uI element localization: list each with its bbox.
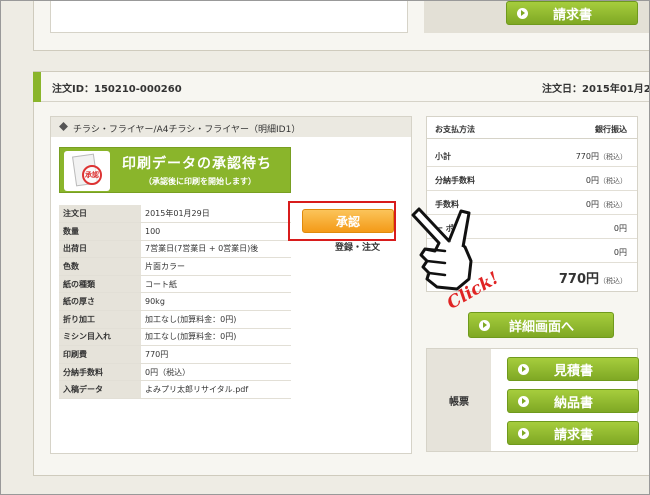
summary-tax: （税込） [599, 201, 627, 209]
summary-tax: （税込） [599, 153, 627, 161]
delivery-note-label: 納品書 [553, 395, 593, 411]
order-details-table: 注文日 2015年01月29日 数量 100 出荷日 7営業日(7営業日 + 0営業日)後… [59, 205, 291, 400]
detail-value: よみプリ太郎リサイタル.pdf [141, 380, 291, 400]
summary-value: 0円（税込） [586, 199, 627, 210]
total-tax: （税込） [599, 277, 627, 285]
approval-pending-banner: 承認 印刷データの承認待ち （承認後に印刷を開始します） [59, 147, 291, 193]
detail-key: 折り加工 [59, 310, 141, 329]
detail-key: 印刷費 [59, 345, 141, 364]
page-frame: 請求書 注文ID：150210-000260 注文日：2015年01月29日 チ… [0, 0, 650, 495]
summary-amount: 0円 [613, 248, 627, 257]
previous-order-panel [50, 1, 408, 33]
detail-key: 紙の種類 [59, 275, 141, 294]
arrow-bullet-icon [517, 7, 528, 19]
order-card-header: 注文ID：150210-000260 注文日：2015年01月29日 [33, 72, 650, 102]
previous-invoice-button[interactable]: 請求書 [506, 1, 638, 25]
summary-value: 0円（税込） [586, 175, 627, 186]
detail-row: 注文日 2015年01月29日 [59, 205, 291, 224]
detail-row: 出荷日 7営業日(7営業日 + 0営業日)後 [59, 240, 291, 259]
detail-key: 紙の厚さ [59, 292, 141, 312]
detail-value: 加工なし(加算料金：0円) [141, 328, 291, 347]
detail-row: 分納手数料 0円（税込） [59, 363, 291, 382]
order-card: 注文ID：150210-000260 注文日：2015年01月29日 チラシ・フ… [33, 71, 650, 476]
detail-value: 770円 [141, 345, 291, 364]
previous-order-card: 請求書 [33, 1, 649, 51]
approve-button[interactable]: 承認 [302, 209, 394, 233]
detail-row: 数量 100 [59, 222, 291, 241]
arrow-bullet-icon [479, 319, 490, 331]
summary-amount: 0円 [585, 200, 599, 209]
banner-subtitle: （承認後に印刷を開始します） [144, 177, 256, 186]
seal-icon: 承認 [82, 165, 102, 185]
detail-view-button[interactable]: 詳細画面へ [468, 312, 614, 338]
summary-row: 小計 770円（税込） [427, 144, 637, 167]
product-title: チラシ・フライヤー/A4チラシ・フライヤー（明細ID1） [73, 125, 301, 135]
detail-key: 入稿データ [59, 380, 141, 400]
detail-row: 紙の厚さ 90kg [59, 292, 291, 312]
detail-row: ミシン目入れ 加工なし(加算料金：0円) [59, 328, 291, 347]
detail-value: 90kg [141, 292, 291, 312]
invoice-label: 請求書 [553, 427, 593, 443]
estimate-label: 見積書 [553, 363, 593, 379]
invoice-button[interactable]: 請求書 [507, 421, 639, 445]
detail-key: 注文日 [59, 205, 141, 224]
detail-value: 2015年01月29日 [141, 205, 291, 224]
order-id: 注文ID：150210-000260 [52, 84, 182, 95]
header-accent [33, 72, 41, 102]
product-panel: チラシ・フライヤー/A4チラシ・フライヤー（明細ID1） 承認 印刷データの承認… [50, 116, 412, 454]
detail-key: 数量 [59, 222, 141, 241]
summary-tax: （税込） [599, 177, 627, 185]
detail-value: コート紙 [141, 275, 291, 294]
detail-key: 分納手数料 [59, 363, 141, 382]
documents-label: 帳票 [427, 349, 491, 451]
cube-icon [59, 122, 68, 131]
detail-value: 7営業日(7営業日 + 0営業日)後 [141, 240, 291, 259]
detail-key: 色数 [59, 257, 141, 276]
summary-key: 小計 [435, 152, 451, 161]
detail-value: 100 [141, 222, 291, 241]
summary-amount: 0円 [613, 224, 627, 233]
arrow-bullet-icon [518, 363, 529, 375]
summary-value: 0円 [614, 223, 627, 234]
summary-amount: 770円 [575, 152, 599, 161]
detail-row: 入稿データ よみプリ太郎リサイタル.pdf [59, 380, 291, 400]
product-title-bar: チラシ・フライヤー/A4チラシ・フライヤー（明細ID1） [51, 117, 411, 137]
arrow-bullet-icon [518, 395, 529, 407]
summary-value: 770円（税込） [576, 151, 627, 162]
previous-invoice-label: 請求書 [552, 7, 592, 23]
detail-row: 色数 片面カラー [59, 257, 291, 276]
summary-row: 分納手数料 0円（税込） [427, 168, 637, 191]
register-order-label: 登録・注文 [335, 243, 381, 253]
summary-amount: 0円 [585, 176, 599, 185]
detail-value: 0円（税込） [141, 363, 291, 382]
banner-title: 印刷データの承認待ち [122, 156, 272, 172]
estimate-button[interactable]: 見積書 [507, 357, 639, 381]
detail-key: ミシン目入れ [59, 328, 141, 347]
delivery-note-button[interactable]: 納品書 [507, 389, 639, 413]
detail-row: 印刷費 770円 [59, 345, 291, 364]
documents-panel: 帳票 見積書 納品書 請求書 [426, 348, 639, 452]
summary-key: 分納手数料 [435, 176, 475, 185]
arrow-bullet-icon [518, 427, 529, 439]
approval-stamp-icon: 承認 [64, 151, 110, 191]
total-amount: 770円 [558, 272, 599, 287]
payment-method-value: 銀行振込 [595, 125, 627, 134]
detail-row: 紙の種類 コート紙 [59, 275, 291, 294]
summary-value: 0円 [614, 247, 627, 258]
detail-value: 加工なし(加算料金：0円) [141, 310, 291, 329]
total-value: 770円（税込） [559, 268, 627, 287]
payment-method-row: お支払方法 銀行振込 [427, 117, 637, 139]
detail-row: 折り加工 加工なし(加算料金：0円) [59, 310, 291, 329]
payment-method-label: お支払方法 [435, 125, 475, 134]
detail-key: 出荷日 [59, 240, 141, 259]
detail-view-label: 詳細画面へ [508, 319, 574, 335]
detail-value: 片面カラー [141, 257, 291, 276]
order-date: 注文日：2015年01月29日 [542, 84, 650, 95]
